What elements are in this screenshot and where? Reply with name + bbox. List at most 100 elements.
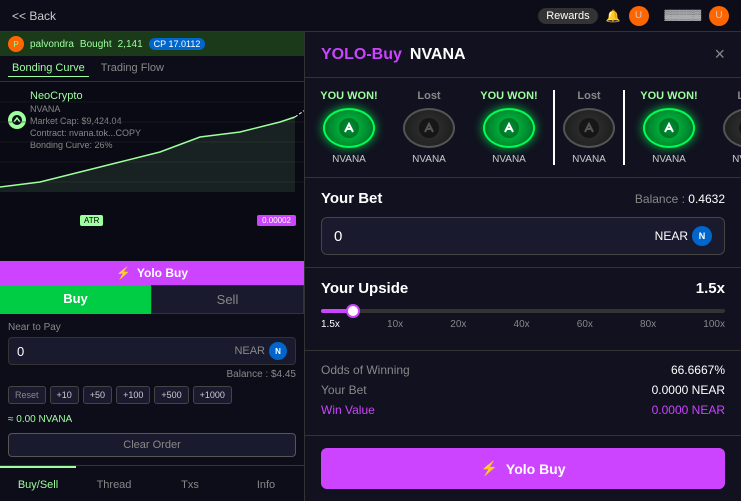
top-avatar-right: U [709,6,729,26]
bet-amount-input[interactable] [334,228,655,245]
your-bet-title: Your Bet [321,190,382,207]
slot-ticker-4: NVANA [572,154,606,165]
odds-label: Odds of Winning [321,363,410,377]
bought-label: Bought [80,39,112,50]
balance-display: Balance : $4.45 [8,369,296,380]
preset-500-btn[interactable]: +500 [154,386,188,404]
slider-container: 1.5x 10x 20x 40x 60x 80x 100x [321,309,725,330]
username: palvondra [30,39,74,50]
nav-thread[interactable]: Thread [76,466,152,501]
slot-coin-6 [723,108,741,148]
slots-row: YOU WON! NVANA Lost NVANA YOU WON! NVANA [305,78,741,178]
your-bet-section: Your Bet Balance : 0.4632 NEAR N [305,178,741,268]
sell-tab[interactable]: Sell [151,285,304,314]
reset-btn[interactable]: Reset [8,386,46,404]
preset-100-btn[interactable]: +100 [116,386,150,404]
label-100x: 100x [703,319,725,330]
bet-balance-info: Balance : 0.4632 [635,192,725,206]
slider-thumb[interactable] [346,304,360,318]
slot-result-3: YOU WON! [480,90,537,102]
slot-2: Lost NVANA [393,90,465,165]
label-80x: 80x [640,319,656,330]
yolo-buy-modal-btn[interactable]: ⚡ Yolo Buy [321,448,725,489]
yolo-buy-banner[interactable]: ⚡ Yolo Buy [0,261,304,285]
buy-sell-tabs: Buy Sell [0,285,304,314]
tab-trading-flow[interactable]: Trading Flow [97,60,168,77]
upside-title: Your Upside [321,280,408,297]
odds-value: 66.6667% [671,363,725,377]
preset-50-btn[interactable]: +50 [83,386,112,404]
yolo-btn-label: Yolo Buy [506,461,566,477]
slot-ticker-2: NVANA [412,154,446,165]
modal-ticker: NVANA [410,46,466,64]
modal-yolo-label: YOLO-Buy [321,46,402,64]
left-panel: P palvondra Bought 2,141 CP 17.0112 Bond… [0,32,305,501]
slider-labels: 1.5x 10x 20x 40x 60x 80x 100x [321,319,725,330]
tab-bonding-curve[interactable]: Bonding Curve [8,60,89,77]
price-badge: 0.00002 [257,215,296,226]
chart-area: NeoCrypto NVANA Market Cap: $9,424.04 Co… [0,82,304,261]
slot-coin-2 [403,108,455,148]
avatar: U [629,6,649,26]
slot-ticker-1: NVANA [332,154,366,165]
bell-icon: 🔔 [606,9,621,23]
nav-txs[interactable]: Txs [152,466,228,501]
odds-of-winning-row: Odds of Winning 66.6667% [321,363,725,377]
slot-ticker-3: NVANA [492,154,526,165]
buy-tab[interactable]: Buy [0,285,151,314]
user-info-bar: P palvondra Bought 2,141 CP 17.0112 [0,32,304,56]
near-text: NEAR [655,229,688,243]
modal-title: YOLO-Buy NVANA [321,46,466,64]
label-20x: 20x [450,319,466,330]
nav-buy-sell[interactable]: Buy/Sell [0,466,76,501]
user-avatar: P [8,36,24,52]
odds-section: Odds of Winning 66.6667% Your Bet 0.0000… [305,351,741,436]
upside-value: 1.5x [696,280,725,297]
slot-5: YOU WON! NVANA [633,90,705,165]
rewards-button[interactable]: Rewards [538,8,597,24]
slot-coin-5 [643,108,695,148]
slot-ticker-5: NVANA [652,154,686,165]
trading-tabs: Bonding Curve Trading Flow [0,56,304,82]
label-60x: 60x [577,319,593,330]
modal-close-btn[interactable]: × [714,44,725,65]
top-right-user: ▓▓▓▓▓ [665,10,701,21]
chart-svg [0,82,304,261]
slot-result-4: Lost [577,90,600,102]
your-upside-section: Your Upside 1.5x 1.5x 10x 20x 40x 60x 80… [305,268,741,351]
slot-result-6: Lost [737,90,741,102]
slider-track [321,309,725,313]
upside-header: Your Upside 1.5x [321,280,725,297]
bought-amount: 2,141 [118,39,143,50]
slot-coin-4 [563,108,615,148]
near-circle-icon: N [692,226,712,246]
trade-inputs: Near to Pay NEAR N Balance : $4.45 Reset… [0,314,304,465]
your-bet-amount: 0.0000 NEAR [652,383,725,397]
slot-result-1: YOU WON! [320,90,377,102]
modal-header: YOLO-Buy NVANA × [305,32,741,78]
slot-coin-1 [323,108,375,148]
preset-10-btn[interactable]: +10 [50,386,79,404]
slot-4: Lost NVANA [553,90,625,165]
near-label-left: NEAR [234,345,265,357]
back-button[interactable]: << Back [12,9,56,23]
nav-info[interactable]: Info [228,466,304,501]
preset-1000-btn[interactable]: +1000 [193,386,232,404]
near-badge-modal: NEAR N [655,226,712,246]
near-input-row: NEAR N [8,337,296,365]
yolo-banner-label: Yolo Buy [137,266,188,280]
slot-6: Lost NVANA [713,90,741,165]
clear-order-btn[interactable]: Clear Order [8,433,296,457]
yolo-icon: ⚡ [116,266,131,280]
near-amount-input[interactable] [17,344,234,359]
atr-badge: ATR [80,215,103,226]
win-value-amount: 0.0000 NEAR [652,403,725,417]
slot-result-5: YOU WON! [640,90,697,102]
slot-1: YOU WON! NVANA [313,90,385,165]
preset-buttons: Reset +10 +50 +100 +500 +1000 [8,386,296,404]
bottom-nav: Buy/Sell Thread Txs Info [0,465,304,501]
top-bar-right: Rewards 🔔 U ▓▓▓▓▓ U [538,6,729,26]
slot-ticker-6: NVANA [732,154,741,165]
near-badge: CP 17.0112 [149,38,206,50]
main-layout: P palvondra Bought 2,141 CP 17.0112 Bond… [0,32,741,501]
